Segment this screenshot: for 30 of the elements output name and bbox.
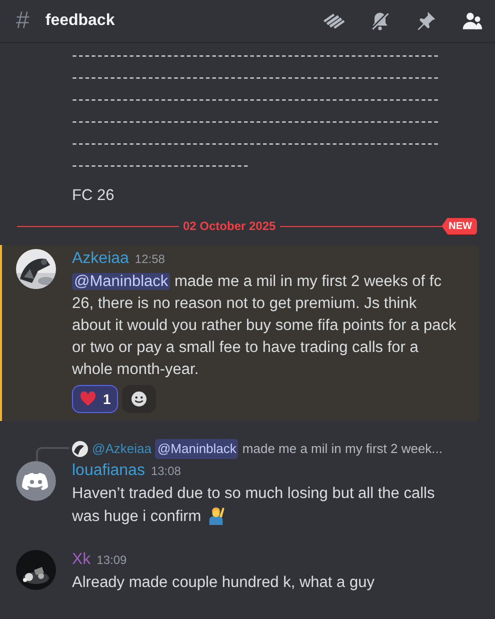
timestamp: 13:08	[150, 462, 181, 480]
mention[interactable]: @Maninblack	[72, 273, 170, 290]
reply-preview[interactable]: made me a mil in my first 2 week...	[242, 439, 443, 458]
message-text: Already made couple hundred k, what a guy	[72, 572, 376, 592]
mention[interactable]: @Maninblack	[155, 439, 238, 458]
message-text: ----------------------------	[72, 156, 251, 176]
reply-author[interactable]: @Azkeiaa	[92, 439, 152, 458]
add-reaction-button[interactable]	[122, 385, 156, 413]
timestamp: 13:09	[96, 552, 127, 568]
smiley-icon	[130, 390, 148, 408]
heart-icon	[79, 390, 97, 408]
author-name[interactable]: Azkeiaa	[72, 247, 129, 271]
new-badge: NEW	[442, 218, 477, 234]
pin-icon[interactable]	[415, 10, 437, 32]
reaction-button[interactable]: 1	[72, 385, 118, 413]
channel-title: feedback	[45, 11, 116, 31]
message-text: ----------------------------------------------------------	[72, 68, 442, 88]
message-text: ----------------------------------------------------------	[72, 90, 442, 110]
message-text: Haven’t traded due to so much losing but all the calls was huge i confirm	[72, 484, 436, 526]
message-text: ----------------------------------------------------------	[72, 112, 442, 132]
message-text: ----------------------------------------------------------	[72, 46, 442, 66]
timestamp: 12:58	[134, 251, 165, 268]
muted-bell-icon[interactable]	[369, 10, 391, 32]
message-text: ----------------------------------------------------------	[72, 134, 442, 154]
message-text: FC 26	[72, 186, 116, 206]
members-icon[interactable]	[461, 10, 483, 32]
author-name[interactable]: louafianas	[72, 458, 145, 482]
channel-hash-icon: #	[16, 9, 30, 33]
date-divider-label: 02 October 2025	[182, 218, 277, 235]
message-text: @Maninblack made me a mil in my first 2 weeks of fc 26, there is no reason not to get premium. Js think about it would you rather buy some fifa points for a pack or two or pay a small fee to have trading calls for a whole month-year.	[72, 272, 457, 380]
